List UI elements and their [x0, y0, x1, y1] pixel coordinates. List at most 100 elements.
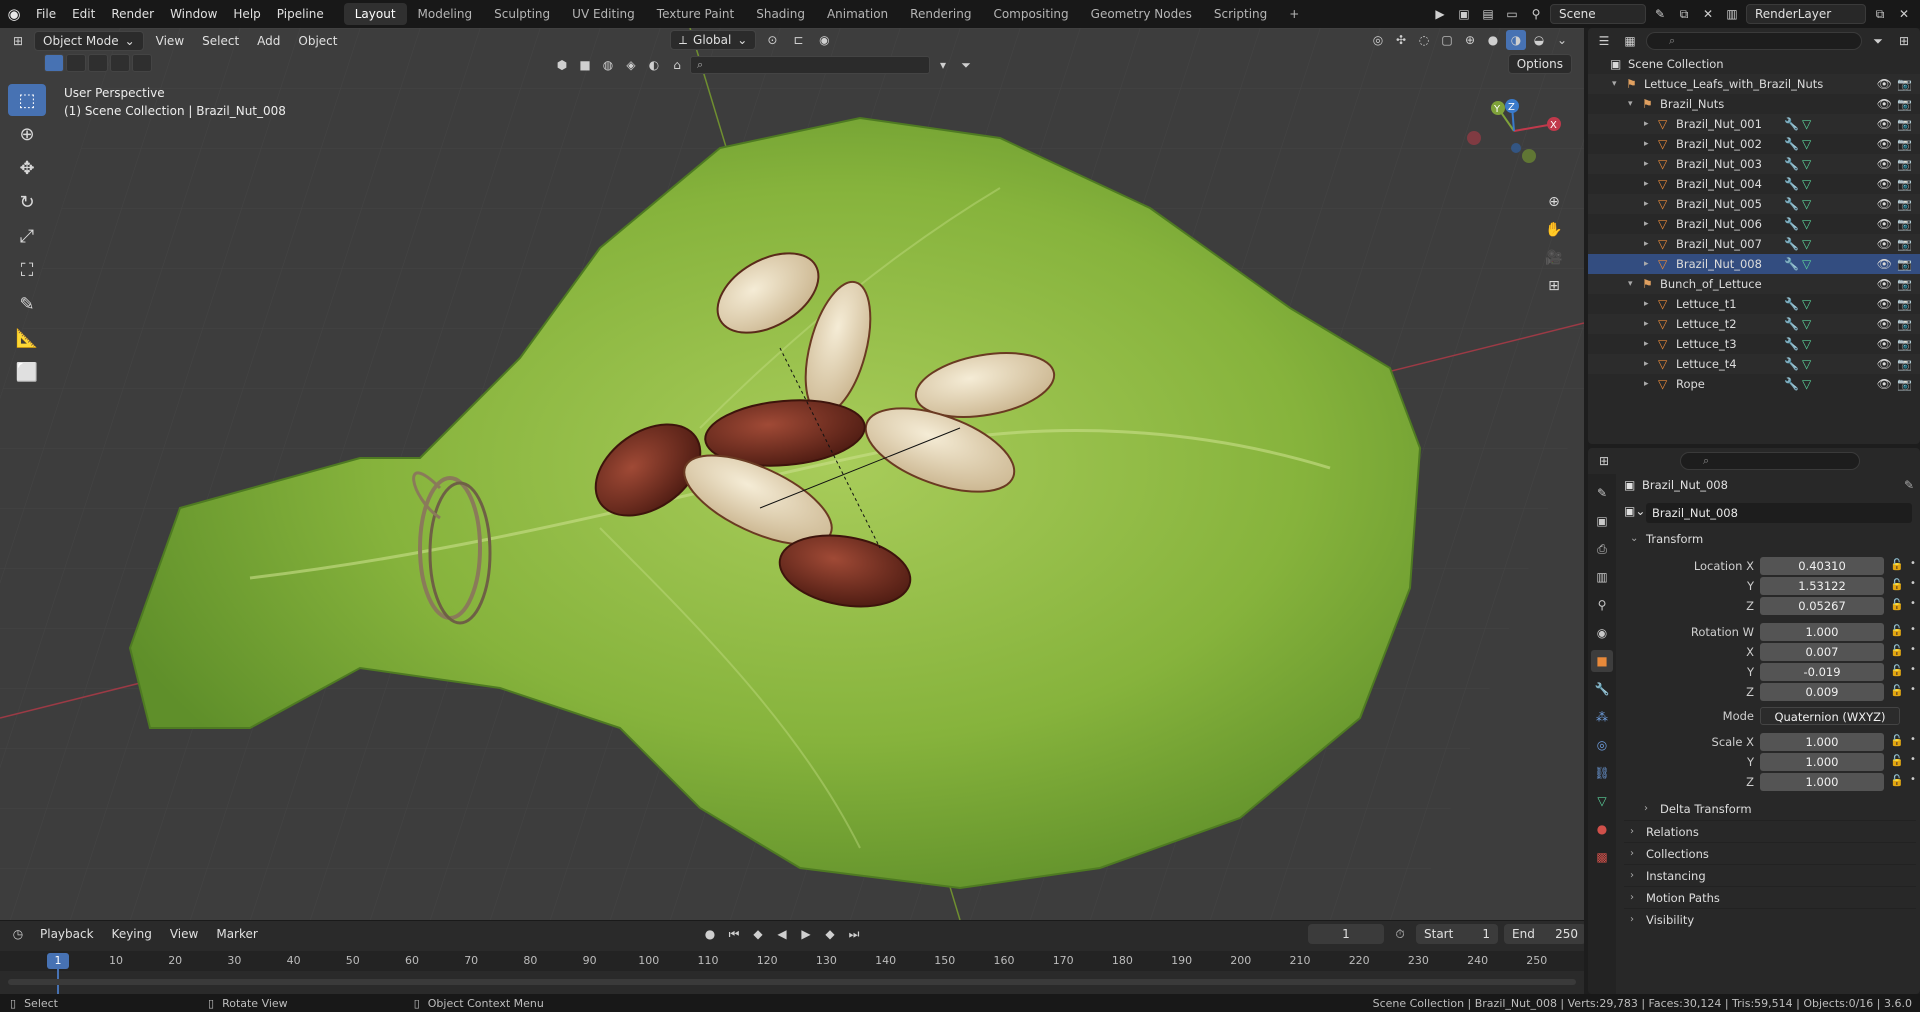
- pin-icon[interactable]: ✎: [1904, 478, 1914, 492]
- pivot-icon[interactable]: ⊙: [762, 30, 782, 50]
- annotate-tool-icon[interactable]: ✎: [8, 288, 46, 320]
- gizmo-icon[interactable]: ✣: [1391, 30, 1411, 50]
- blender-logo-icon[interactable]: ◉: [0, 0, 28, 28]
- menu-file[interactable]: File: [28, 0, 64, 28]
- chevron-right-icon[interactable]: ▸: [1644, 154, 1649, 174]
- scene-tab-icon[interactable]: ⚲: [1591, 594, 1613, 616]
- new-collection-icon[interactable]: ⊞: [1894, 31, 1914, 51]
- visibility-eye-icon[interactable]: 👁: [1877, 154, 1892, 174]
- keyframe-dot-icon[interactable]: •: [1910, 558, 1916, 569]
- next-keyframe-icon[interactable]: ◆: [820, 924, 840, 944]
- modifier-icon[interactable]: 🔧: [1784, 194, 1799, 214]
- record-icon[interactable]: ●: [700, 924, 720, 944]
- render-camera-icon[interactable]: 📷: [1897, 194, 1912, 214]
- outliner-object-row[interactable]: ▸ ▽ Brazil_Nut_006 🔧 ▽ 👁 📷: [1588, 214, 1920, 234]
- location-y-field[interactable]: 1.53122: [1760, 577, 1884, 595]
- menu-edit[interactable]: Edit: [64, 0, 103, 28]
- jump-end-icon[interactable]: ⏭: [844, 924, 864, 944]
- outliner-object-row[interactable]: ▸ ▽ Lettuce_t4 🔧 ▽ 👁 📷: [1588, 354, 1920, 374]
- render-play-icon[interactable]: ▶: [1430, 4, 1450, 24]
- menu-help[interactable]: Help: [225, 0, 268, 28]
- tool-tab-icon[interactable]: ✎: [1591, 482, 1613, 504]
- axis-gizmo[interactable]: X Y Z: [1444, 86, 1584, 176]
- rotation-x-field[interactable]: 0.007: [1760, 643, 1884, 661]
- render-camera-icon[interactable]: 📷: [1897, 334, 1912, 354]
- chevron-right-icon[interactable]: ▸: [1644, 234, 1649, 254]
- tab-uv-editing[interactable]: UV Editing: [561, 3, 646, 25]
- world-tab-icon[interactable]: ◉: [1591, 622, 1613, 644]
- new-scene-icon[interactable]: ⧉: [1674, 4, 1694, 24]
- view-layer-tab-icon[interactable]: ▥: [1591, 566, 1613, 588]
- outliner-collection-row[interactable]: ▾ ⚑ Bunch_of_Lettuce 👁 📷: [1588, 274, 1920, 294]
- cursor-tool-icon[interactable]: ⊕: [8, 118, 46, 150]
- wireframe-shading-icon[interactable]: ⊕: [1460, 30, 1480, 50]
- keyframe-dot-icon[interactable]: •: [1910, 644, 1916, 655]
- modifier-icon[interactable]: 🔧: [1784, 334, 1799, 354]
- bookmark-icon[interactable]: ▾: [933, 55, 953, 75]
- visibility-eye-icon[interactable]: 👁: [1877, 354, 1892, 374]
- menu-window[interactable]: Window: [162, 0, 225, 28]
- mesh-data-icon[interactable]: ▽: [1802, 254, 1811, 274]
- shading-options-icon[interactable]: ⌄: [1552, 30, 1572, 50]
- visibility-eye-icon[interactable]: 👁: [1877, 374, 1892, 394]
- object-types-icon[interactable]: ⬢: [552, 55, 572, 75]
- lock-icon[interactable]: 🔓: [1890, 664, 1904, 677]
- neg-x-axis-gizmo[interactable]: [1467, 131, 1481, 145]
- tab-sculpting[interactable]: Sculpting: [483, 3, 561, 25]
- delta-transform-panel[interactable]: › Delta Transform: [1624, 798, 1916, 820]
- chevron-right-icon[interactable]: ▸: [1644, 114, 1649, 134]
- relations-panel[interactable]: › Relations: [1624, 820, 1916, 842]
- rendered-shading-icon[interactable]: ◒: [1529, 30, 1549, 50]
- particles-tab-icon[interactable]: ⁂: [1591, 706, 1613, 728]
- outliner-object-row[interactable]: ▸ ▽ Rope 🔧 ▽ 👁 📷: [1588, 374, 1920, 394]
- object-data-icon[interactable]: ▣⌄: [1624, 504, 1645, 518]
- mesh-data-icon[interactable]: ▽: [1802, 174, 1811, 194]
- menu-render[interactable]: Render: [103, 0, 162, 28]
- render-camera-icon[interactable]: 📷: [1897, 154, 1912, 174]
- menu-view[interactable]: View: [150, 34, 190, 48]
- camera-view-icon[interactable]: 🎥: [1542, 246, 1566, 270]
- scale-tool-icon[interactable]: ⤢: [8, 220, 46, 252]
- chevron-right-icon[interactable]: ▸: [1644, 214, 1649, 234]
- modifier-icon[interactable]: 🔧: [1784, 294, 1799, 314]
- chevron-right-icon[interactable]: ▸: [1644, 354, 1649, 374]
- end-frame-field[interactable]: End 250: [1504, 924, 1586, 944]
- window-icon[interactable]: ▭: [1502, 4, 1522, 24]
- render-camera-icon[interactable]: 📷: [1897, 354, 1912, 374]
- rotation-mode-dropdown[interactable]: Quaternion (WXYZ): [1760, 707, 1900, 725]
- chevron-right-icon[interactable]: ▸: [1644, 314, 1649, 334]
- outliner-object-row[interactable]: ▸ ▽ Brazil_Nut_004 🔧 ▽ 👁 📷: [1588, 174, 1920, 194]
- visibility-icon[interactable]: ◎: [1368, 30, 1388, 50]
- render-camera-icon[interactable]: 📷: [1897, 374, 1912, 394]
- light-icon[interactable]: ◐: [644, 55, 664, 75]
- modifier-tab-icon[interactable]: 🔧: [1591, 678, 1613, 700]
- object-name-field[interactable]: Brazil_Nut_008: [1646, 503, 1912, 523]
- motion-paths-panel[interactable]: › Motion Paths: [1624, 886, 1916, 908]
- chevron-right-icon[interactable]: ▸: [1644, 334, 1649, 354]
- mesh-data-icon[interactable]: ▽: [1802, 194, 1811, 214]
- material-tab-icon[interactable]: ●: [1591, 818, 1613, 840]
- collections-panel[interactable]: › Collections: [1624, 842, 1916, 864]
- location-z-field[interactable]: 0.05267: [1760, 597, 1884, 615]
- outliner-filter-icon[interactable]: ⏷: [1868, 31, 1888, 51]
- outliner-search-input[interactable]: ⌕: [1646, 32, 1862, 50]
- menu-pipeline[interactable]: Pipeline: [269, 0, 332, 28]
- modifier-icon[interactable]: 🔧: [1784, 114, 1799, 134]
- rotation-y-field[interactable]: -0.019: [1760, 663, 1884, 681]
- chevron-right-icon[interactable]: ▸: [1644, 194, 1649, 214]
- scale-x-field[interactable]: 1.000: [1760, 733, 1884, 751]
- viewport-search-input[interactable]: ⌕: [690, 56, 930, 74]
- play-icon[interactable]: ▶: [796, 924, 816, 944]
- lock-icon[interactable]: 🔓: [1890, 754, 1904, 767]
- chevron-down-icon[interactable]: ▾: [1628, 274, 1633, 294]
- modifier-icon[interactable]: 🔧: [1784, 314, 1799, 334]
- measure-tool-icon[interactable]: 📐: [8, 322, 46, 354]
- outliner-collection-row[interactable]: ▾ ⚑ Lettuce_Leafs_with_Brazil_Nuts 👁 📷: [1588, 74, 1920, 94]
- render-image-icon[interactable]: ▣: [1454, 4, 1474, 24]
- chevron-right-icon[interactable]: ▸: [1644, 374, 1649, 394]
- playhead-frame[interactable]: 1: [47, 953, 69, 969]
- outliner-scene-row[interactable]: ▣ Scene Collection: [1588, 54, 1920, 74]
- mode-dropdown[interactable]: Object Mode ⌄: [34, 31, 144, 51]
- keyframe-dot-icon[interactable]: •: [1910, 774, 1916, 785]
- outliner-object-row[interactable]: ▸ ▽ Brazil_Nut_003 🔧 ▽ 👁 📷: [1588, 154, 1920, 174]
